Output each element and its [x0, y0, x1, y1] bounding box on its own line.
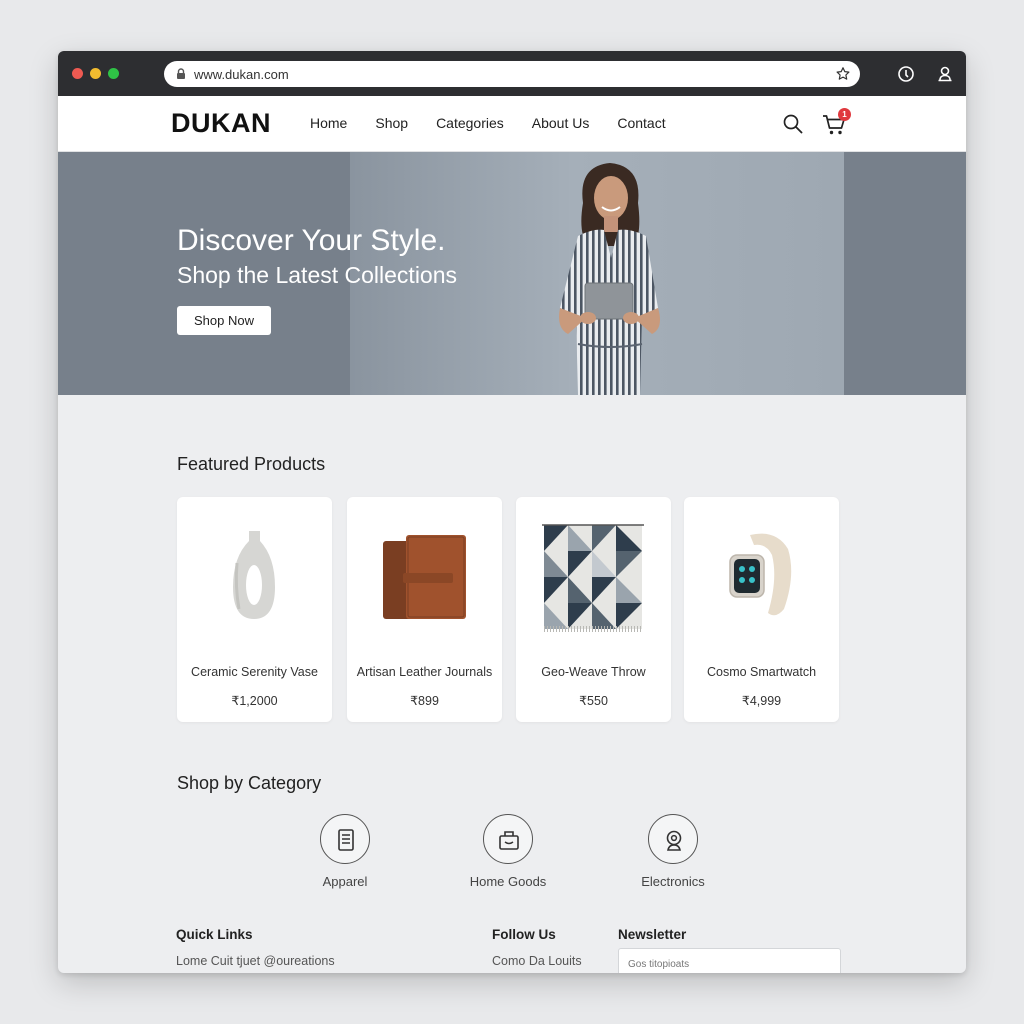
product-name: Ceramic Serenity Vase — [191, 665, 318, 679]
shop-by-category-heading: Shop by Category — [177, 773, 322, 793]
product-card[interactable]: Ceramic Serenity Vase ₹1,2000 — [177, 497, 332, 722]
category-label: Apparel — [322, 874, 368, 889]
product-name: Geo-Weave Throw — [541, 665, 646, 679]
hero-banner: Discover Your Style. Shop the Latest Col… — [58, 152, 966, 395]
bookmark-star-icon[interactable] — [835, 66, 851, 82]
nav-home[interactable]: Home — [310, 115, 347, 131]
nav-shop[interactable]: Shop — [375, 115, 408, 131]
site-header: DUKAN Home Shop Categories About Us Cont… — [58, 96, 966, 152]
address-bar[interactable]: www.dukan.com — [164, 61, 860, 87]
browser-toolbar: www.dukan.com — [58, 51, 966, 96]
hero-model-image — [559, 163, 660, 395]
follow-us-heading: Follow Us — [492, 927, 556, 942]
shop-now-button[interactable]: Shop Now — [177, 306, 271, 335]
vase-image — [233, 531, 275, 619]
category-icon-circle — [483, 814, 533, 864]
browser-window: www.dukan.com DUKAN Home Shop Categories… — [58, 51, 966, 973]
close-window-button[interactable] — [72, 68, 83, 79]
product-price: ₹4,999 — [741, 694, 782, 708]
newsletter-heading: Newsletter — [618, 927, 687, 942]
product-grid: Ceramic Serenity Vase ₹1,2000 Artisan Le… — [177, 497, 841, 722]
category-home-goods[interactable]: Home Goods — [453, 814, 563, 889]
box-icon — [499, 831, 519, 850]
lock-icon — [177, 68, 185, 79]
main-nav: Home Shop Categories About Us Contact — [310, 115, 694, 131]
leather-journal-image — [383, 535, 466, 619]
smartwatch-image — [729, 533, 792, 616]
search-icon[interactable] — [782, 113, 804, 135]
category-electronics[interactable]: Electronics — [618, 814, 728, 889]
webcam-icon — [666, 830, 682, 851]
product-card[interactable]: Geo-Weave Throw ₹550 — [516, 497, 671, 722]
nav-categories[interactable]: Categories — [436, 115, 504, 131]
category-apparel[interactable]: Apparel — [290, 814, 400, 889]
follow-us-item[interactable]: Como Da Louits — [492, 954, 582, 968]
url-text: www.dukan.com — [194, 67, 289, 82]
newsletter-email-input[interactable]: Gos titopioats — [618, 948, 841, 973]
product-name: Cosmo Smartwatch — [706, 665, 817, 679]
featured-products-heading: Featured Products — [177, 454, 326, 474]
product-name: Artisan Leather Journals — [356, 665, 493, 679]
minimize-window-button[interactable] — [90, 68, 101, 79]
quick-links-heading: Quick Links — [176, 927, 253, 942]
profile-icon[interactable] — [935, 64, 955, 84]
geo-throw-image — [542, 524, 644, 632]
category-icon-circle — [320, 814, 370, 864]
document-icon — [338, 829, 354, 851]
nav-about-us[interactable]: About Us — [532, 115, 590, 131]
site-logo[interactable]: DUKAN — [171, 108, 271, 139]
quick-links-item[interactable]: Lome Cuit tjuet @oureations — [176, 954, 335, 968]
product-price: ₹1,2000 — [231, 694, 278, 708]
hero-title: Discover Your Style. — [177, 224, 446, 257]
product-price: ₹899 — [410, 694, 439, 708]
category-icon-circle — [648, 814, 698, 864]
cart-count-badge: 1 — [838, 108, 851, 121]
product-card[interactable]: Artisan Leather Journals ₹899 — [347, 497, 502, 722]
extension-icon[interactable] — [896, 64, 916, 84]
category-label: Home Goods — [469, 874, 547, 889]
hero-subtitle: Shop the Latest Collections — [177, 262, 458, 288]
product-price: ₹550 — [579, 694, 608, 708]
product-card[interactable]: Cosmo Smartwatch ₹4,999 — [684, 497, 839, 722]
maximize-window-button[interactable] — [108, 68, 119, 79]
category-label: Electronics — [641, 874, 705, 889]
nav-contact[interactable]: Contact — [617, 115, 665, 131]
